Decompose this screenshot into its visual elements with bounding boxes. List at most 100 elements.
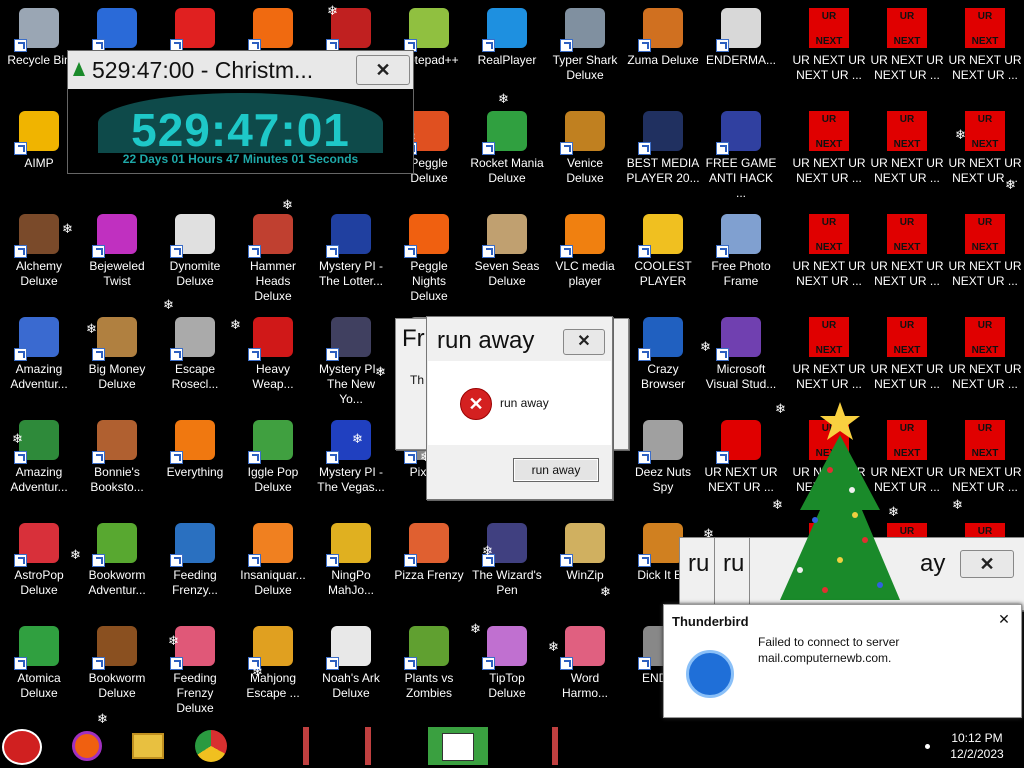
ur-next-icon[interactable]: URNEXTUR NEXT UR NEXT UR ... [946,208,1024,311]
desktop-icon-label: Peggle Nights Deluxe [410,259,448,303]
ur-next-icon[interactable]: URNEXTUR NEXT UR NEXT UR ... [868,105,946,208]
desktop-icon[interactable]: The Wizard's Pen [468,517,546,620]
desktop-icon[interactable]: Peggle Nights Deluxe [390,208,468,311]
desktop-icon[interactable]: ENDERMA... [702,2,780,105]
desktop-icon[interactable]: Bookworm Adventur... [78,517,156,620]
run-away-ok-button[interactable]: run away [513,458,599,482]
desktop-icon[interactable]: Mystery PI - The Lotter... [312,208,390,311]
desktop-icon[interactable]: Feeding Frenzy... [156,517,234,620]
shortcut-arrow-icon [326,451,339,464]
desktop-icon[interactable]: Crazy Browser [624,311,702,414]
taskbar-clock-time[interactable]: 10:12 PM [945,731,1009,745]
desktop-icon[interactable]: Deez Nuts Spy [624,414,702,517]
shortcut-arrow-icon [248,245,261,258]
shortcut-arrow-icon [560,142,573,155]
desktop-icon[interactable]: Amazing Adventur... [0,414,78,517]
desktop-icon[interactable]: Mystery PI - The New Yo... [312,311,390,414]
desktop-icon[interactable]: Heavy Weap... [234,311,312,414]
desktop-icon[interactable]: Free Photo Frame [702,208,780,311]
desktop-icon[interactable]: Venice Deluxe [546,105,624,208]
ur-next-icon[interactable]: URNEXTUR NEXT UR NEXT UR ... [868,311,946,414]
ur-icon-top-text: UR [821,320,837,331]
desktop-icon[interactable]: Seven Seas Deluxe [468,208,546,311]
thunderbird-close-button[interactable]: ✕ [996,611,1012,627]
desktop-icon[interactable]: Pizza Frenzy [390,517,468,620]
shortcut-arrow-icon [482,142,495,155]
ur-icon-top-text: UR [977,526,993,537]
desktop-icon-label: Rocket Mania Deluxe [470,156,544,185]
shortcut-arrow-icon [14,245,27,258]
desktop-icon[interactable]: Iggle Pop Deluxe [234,414,312,517]
taskbar-file-explorer-icon[interactable] [132,733,164,759]
desktop-icon-label: BEST MEDIA PLAYER 20... [626,156,700,185]
countdown-tree-icon [73,62,85,76]
desktop-icon[interactable]: Mystery PI - The Vegas... [312,414,390,517]
taskbar-app-bar-2[interactable] [365,727,371,765]
desktop-icon[interactable]: NingPo MahJo... [312,517,390,620]
ur-next-icon[interactable]: URNEXTUR NEXT UR NEXT UR ... [790,2,868,105]
desktop-icon[interactable]: FREE GAME ANTI HACK ... [702,105,780,208]
taskbar-app-bar-3[interactable] [552,727,558,765]
christmas-tree [780,402,900,600]
desktop-icon[interactable]: WinZip [546,517,624,620]
desktop-icon[interactable]: Bonnie's Booksto... [78,414,156,517]
desktop-icon[interactable]: Escape Rosecl... [156,311,234,414]
desktop-icon[interactable]: Noah's Ark Deluxe [312,620,390,723]
snowflake-icon: ❄ [498,91,509,106]
ur-icon-top-text: UR [899,11,915,22]
desktop-icon[interactable]: Microsoft Visual Stud... [702,311,780,414]
desktop-icon-label: Iggle Pop Deluxe [247,465,299,494]
desktop-icon[interactable]: AstroPop Deluxe [0,517,78,620]
desktop-icon[interactable]: Mahjong Escape ... [234,620,312,723]
ur-icon-bottom-text: NEXT [971,345,999,356]
desktop-icon[interactable]: Rocket Mania Deluxe [468,105,546,208]
ur-next-icon[interactable]: URNEXTUR NEXT UR NEXT UR ... [946,105,1024,208]
taskbar-app-bar-1[interactable] [303,727,309,765]
desktop-icon-label: Word Harmo... [561,671,608,700]
desktop-icon-label: Amazing Adventur... [10,362,68,391]
taskbar-firefox-icon[interactable] [72,731,102,761]
desktop-icon-label: Big Money Deluxe [88,362,146,391]
desktop-icon[interactable]: VLC media player [546,208,624,311]
shortcut-arrow-icon [638,657,651,670]
stacked-dialog-close-button[interactable]: ✕ [960,550,1014,578]
taskbar-chrome-icon[interactable] [195,730,227,762]
desktop-icon[interactable]: Everything [156,414,234,517]
countdown-close-button[interactable]: ✕ [356,55,410,85]
desktop-icon[interactable]: Word Harmo... [546,620,624,723]
desktop-icon[interactable]: Plants vs Zombies [390,620,468,723]
ur-next-icon[interactable]: URNEXTUR NEXT UR NEXT UR ... [946,2,1024,105]
desktop-icon[interactable]: Bejeweled Twist [78,208,156,311]
ur-next-icon[interactable]: URNEXTUR NEXT UR NEXT UR ... [790,208,868,311]
ur-next-icon[interactable]: URNEXTUR NEXT UR NEXT UR ... [946,311,1024,414]
desktop-icon-label: Mystery PI - The Lotter... [318,259,384,288]
desktop-icon-label: Bejeweled Twist [89,259,145,288]
ur-icon-bottom-text: NEXT [893,242,921,253]
desktop-icon[interactable]: Zuma Deluxe [624,2,702,105]
desktop-icon[interactable]: UR NEXT UR NEXT UR ... [702,414,780,517]
start-button-santa-icon[interactable] [2,729,42,765]
desktop-icon[interactable]: Dynomite Deluxe [156,208,234,311]
ur-next-icon[interactable]: URNEXTUR NEXT UR NEXT UR ... [868,208,946,311]
desktop-icon[interactable]: Bookworm Deluxe [78,620,156,723]
desktop-icon-label: Alchemy Deluxe [15,259,62,288]
shortcut-arrow-icon [560,245,573,258]
taskbar-active-app[interactable] [428,727,488,765]
notification-dot[interactable] [925,744,930,749]
ur-next-icon[interactable]: URNEXTUR NEXT UR NEXT UR ... [868,2,946,105]
run-away-close-button[interactable]: ✕ [563,329,605,355]
ur-next-icon[interactable]: URNEXTUR NEXT UR NEXT UR ... [790,311,868,414]
desktop-icon[interactable]: Insaniquar... Deluxe [234,517,312,620]
ur-icon-bottom-text: NEXT [815,36,843,47]
ur-next-icon[interactable]: URNEXTUR NEXT UR NEXT UR ... [790,105,868,208]
desktop-icon[interactable]: COOLEST PLAYER [624,208,702,311]
desktop-icon[interactable]: Hammer Heads Deluxe [234,208,312,311]
desktop-icon-label: Amazing Adventur... [10,465,68,494]
taskbar-clock-date[interactable]: 12/2/2023 [945,747,1009,761]
desktop-icon[interactable]: Typer Shark Deluxe [546,2,624,105]
desktop-icon[interactable]: Atomica Deluxe [0,620,78,723]
desktop-icon[interactable]: Amazing Adventur... [0,311,78,414]
desktop-icon[interactable]: BEST MEDIA PLAYER 20... [624,105,702,208]
desktop-icon-label: COOLEST PLAYER [634,259,692,288]
desktop-icon[interactable]: RealPlayer [468,2,546,105]
